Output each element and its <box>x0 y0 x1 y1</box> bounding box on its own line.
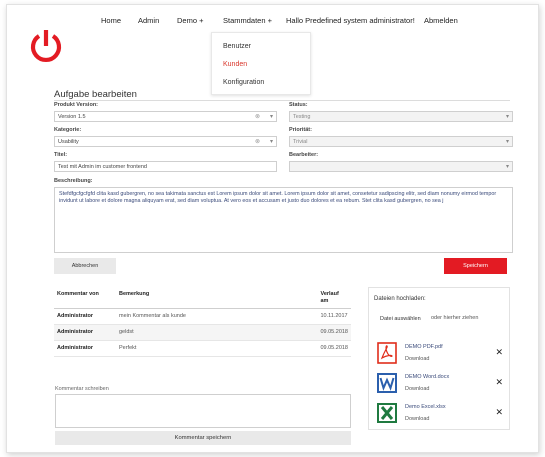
status-label: Status: <box>289 102 308 108</box>
nav-stammdaten[interactable]: Stammdaten + <box>223 16 272 25</box>
comment-text: geldst <box>116 324 318 341</box>
file-name[interactable]: DEMO PDF.pdf <box>405 344 443 350</box>
chevron-down-icon: ▾ <box>505 114 509 120</box>
comment-textarea[interactable] <box>55 394 351 428</box>
dropdown-item-benutzer[interactable]: Benutzer <box>223 43 251 50</box>
word-icon <box>377 373 397 393</box>
column-header: Kommentar von <box>54 288 116 309</box>
nav-logout[interactable]: Abmelden <box>424 16 458 25</box>
bearbeiter-label: Bearbeiter: <box>289 152 319 158</box>
pdf-icon <box>377 342 397 364</box>
dropdown-item-kunden[interactable]: Kunden <box>223 61 247 68</box>
file-item: Demo Excel.xlsx Download ✕ <box>377 402 505 428</box>
download-link[interactable]: Download <box>405 386 429 392</box>
produkt-version-select[interactable]: Version 1.5 ⊗ ▾ <box>54 111 277 122</box>
bearbeiter-select[interactable]: ▾ <box>289 161 513 172</box>
file-name[interactable]: Demo Excel.xlsx <box>405 404 446 410</box>
table-row: Administrator mein Kommentar als kunde 1… <box>54 308 351 325</box>
produkt-version-label: Produkt Version: <box>54 102 99 108</box>
cancel-button[interactable]: Abbrechen <box>54 258 116 274</box>
excel-icon <box>377 403 397 423</box>
nav-admin[interactable]: Admin <box>138 16 159 25</box>
upload-title: Dateien hochladen: <box>374 296 426 302</box>
top-nav: Home Admin Demo + Stammdaten + Hallo Pre… <box>7 5 538 35</box>
upload-panel: Dateien hochladen: Datei auswählen oder … <box>368 287 510 430</box>
prioritaet-value: Trivial <box>293 139 308 145</box>
chevron-down-icon: ▾ <box>505 164 509 170</box>
chevron-down-icon: ▾ <box>505 139 509 145</box>
prioritaet-select[interactable]: Trivial ▾ <box>289 136 513 147</box>
nav-greeting[interactable]: Hallo Predefined system administrator! <box>286 16 415 25</box>
app-window: Home Admin Demo + Stammdaten + Hallo Pre… <box>6 4 539 453</box>
close-icon[interactable]: ✕ <box>495 407 503 418</box>
comment-write-label: Kommentar schreiben <box>55 386 109 392</box>
comment-date: 09.05.2018 <box>317 324 351 341</box>
comment-author: Administrator <box>54 324 116 341</box>
stammdaten-dropdown: Benutzer Kunden Konfiguration <box>211 32 311 95</box>
drag-hint: oder hierher ziehen <box>431 315 479 321</box>
chevron-down-icon: ▾ <box>269 114 273 120</box>
produkt-version-value: Version 1.5 <box>58 114 86 120</box>
dropdown-item-konfiguration[interactable]: Konfiguration <box>223 79 264 86</box>
comment-date: 09.05.2018 <box>317 340 351 357</box>
save-button[interactable]: Speichern <box>444 258 507 274</box>
divider <box>54 100 510 101</box>
save-comment-button[interactable]: Kommentar speichern <box>55 431 351 445</box>
titel-input[interactable]: Test mit Admin im customer frontend <box>54 161 277 172</box>
page-title: Aufgabe bearbeiten <box>54 89 137 100</box>
comment-date: 10.11.2017 <box>317 308 351 325</box>
comment-text: mein Kommentar als kunde <box>116 308 318 325</box>
kategorie-value: Usability <box>58 139 79 145</box>
titel-label: Titel: <box>54 152 68 158</box>
clear-icon[interactable]: ⊗ <box>255 138 260 145</box>
beschreibung-label: Beschreibung: <box>54 178 93 184</box>
table-row: Administrator Perfekt 09.05.2018 <box>54 340 351 357</box>
beschreibung-textarea[interactable]: Stefdfgcfgcfgfd clita kasd gubergren, no… <box>54 187 513 253</box>
table-row: Administrator geldst 09.05.2018 <box>54 324 351 341</box>
nav-home[interactable]: Home <box>101 16 121 25</box>
titel-value: Test mit Admin im customer frontend <box>58 164 147 170</box>
close-icon[interactable]: ✕ <box>495 377 503 388</box>
status-select[interactable]: Testing ▾ <box>289 111 513 122</box>
status-value: Testing <box>293 114 311 120</box>
file-item: DEMO Word.docx Download ✕ <box>377 372 505 398</box>
column-header: Verlauf am <box>317 288 351 309</box>
kategorie-select[interactable]: Usability ⊗ ▾ <box>54 136 277 147</box>
clear-icon[interactable]: ⊗ <box>255 113 260 120</box>
table-header-row: Kommentar von Bemerkung Verlauf am <box>54 288 351 309</box>
comment-author: Administrator <box>54 308 116 325</box>
nav-demo[interactable]: Demo + <box>177 16 203 25</box>
download-link[interactable]: Download <box>405 416 429 422</box>
kategorie-label: Kategorie: <box>54 127 82 133</box>
comment-text: Perfekt <box>116 340 318 357</box>
choose-file-button[interactable]: Datei auswählen <box>380 316 421 322</box>
prioritaet-label: Priorität: <box>289 127 312 133</box>
download-link[interactable]: Download <box>405 356 429 362</box>
chevron-down-icon: ▾ <box>269 139 273 145</box>
comment-author: Administrator <box>54 340 116 357</box>
file-item: DEMO PDF.pdf Download ✕ <box>377 342 505 368</box>
comments-table: Kommentar von Bemerkung Verlauf am Admin… <box>54 288 351 357</box>
file-name[interactable]: DEMO Word.docx <box>405 374 449 380</box>
close-icon[interactable]: ✕ <box>495 347 503 358</box>
column-header: Bemerkung <box>116 288 318 309</box>
